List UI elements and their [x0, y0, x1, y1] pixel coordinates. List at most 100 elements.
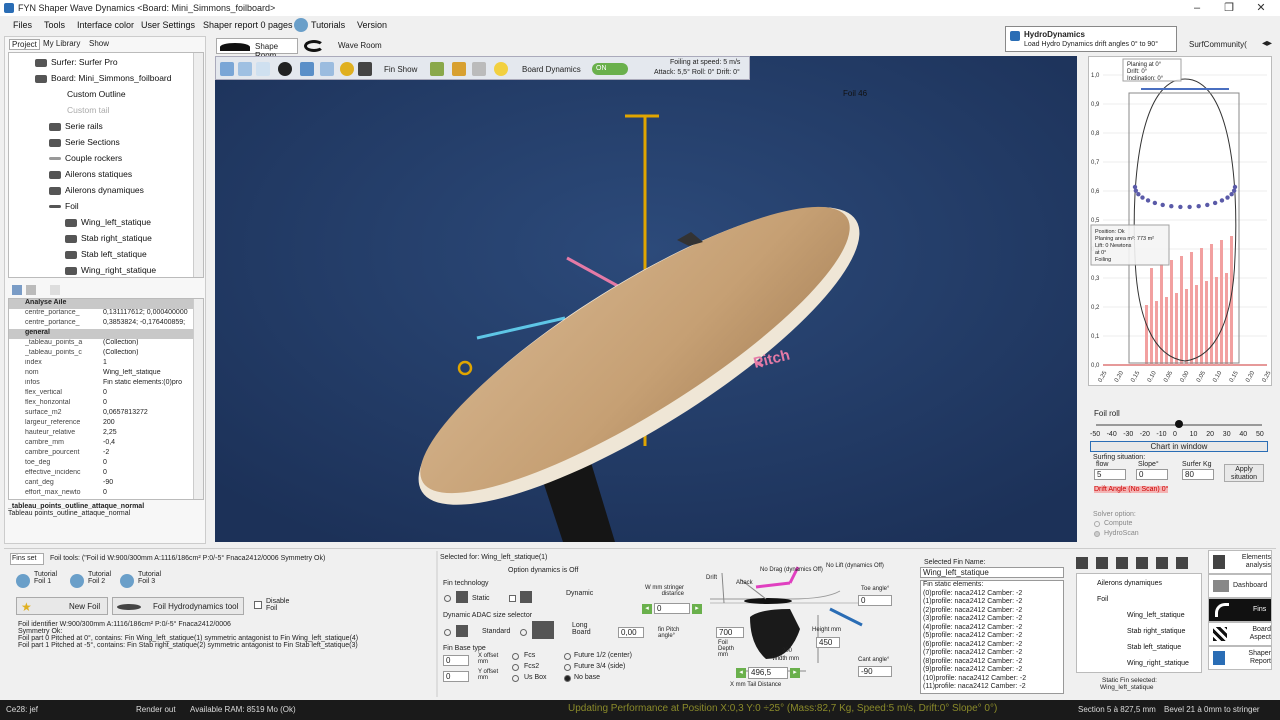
rotate-icon[interactable] [300, 62, 314, 76]
fcs-radio[interactable] [512, 653, 519, 660]
menu-tools[interactable]: Tools [44, 20, 65, 30]
property-row[interactable]: centre_portance_ 0,131117612; 0,000400000 [9, 309, 195, 319]
light-icon[interactable] [494, 62, 508, 76]
increment-arrow-icon[interactable]: ▸ [692, 604, 702, 614]
nobase-radio[interactable] [564, 675, 571, 682]
property-row[interactable]: effort_max_newto 0 [9, 489, 195, 499]
slope-input[interactable]: 0 [1136, 469, 1168, 480]
property-value[interactable]: 0 [103, 459, 197, 466]
property-row[interactable]: cant_deg -90 [9, 479, 195, 489]
property-row[interactable]: surface_m2 0,0657813272 [9, 409, 195, 419]
dynamic-checkbox[interactable] [509, 595, 516, 602]
fin-tree-item[interactable]: Wing_right_statique [1127, 660, 1189, 667]
hydrodynamics-notification[interactable]: HydroDynamics Load Hydro Dynamics drift … [1005, 26, 1177, 52]
tree-item[interactable]: Wing_left_statique [65, 217, 151, 227]
fin-tool-icon[interactable] [1156, 557, 1168, 569]
fin-tree-item[interactable]: Stab left_statique [1127, 644, 1181, 651]
property-row[interactable]: _tableau_points_c (Collection) [9, 349, 195, 359]
tree-item[interactable]: Custom tail [67, 105, 110, 115]
fin-tree-item[interactable]: Foil [1097, 596, 1108, 603]
maximize-button[interactable]: ❐ [1212, 0, 1246, 16]
property-value[interactable]: 0 [103, 399, 197, 406]
render-out-button[interactable]: Render out [136, 705, 176, 714]
tab-project[interactable]: Project [9, 39, 40, 50]
property-value[interactable]: 0,131117612; 0,000400000 [103, 309, 197, 316]
menu-interface-color[interactable]: Interface color [77, 20, 134, 30]
toe-angle-input[interactable]: 0 [858, 595, 892, 606]
hydroscan-radio[interactable] [1094, 531, 1100, 537]
fin-tool-icon[interactable] [1116, 557, 1128, 569]
x-offset-input[interactable]: 0 [443, 655, 469, 666]
apply-situation-button[interactable]: Apply situation [1224, 464, 1264, 482]
fin-element-item[interactable]: (3)profile: naca2412 Camber: -2 [921, 615, 1063, 624]
w-mm-input[interactable]: 0 [654, 603, 690, 614]
future12-radio[interactable] [564, 653, 571, 660]
tree-item[interactable]: Surfer: Surfer Pro [35, 57, 118, 67]
property-value[interactable]: -90 [103, 479, 197, 486]
zoom-icon[interactable] [340, 62, 354, 76]
fin-element-item[interactable]: (9)profile: naca2412 Camber: -2 [921, 666, 1063, 675]
property-value[interactable]: -2 [103, 449, 197, 456]
scroll-arrows-icon[interactable]: ◂▸ [1262, 38, 1272, 49]
tab-shape-room[interactable]: Shape Room [216, 38, 298, 60]
tree-item[interactable]: Serie Sections [49, 137, 120, 147]
fin-element-item[interactable]: (6)profile: naca2412 Camber: -2 [921, 641, 1063, 650]
height-input[interactable]: 450 [816, 637, 840, 648]
tree-item[interactable]: Ailerons statiques [49, 169, 132, 179]
fin-element-item[interactable]: (8)profile: naca2412 Camber: -2 [921, 658, 1063, 667]
fin-tree-item[interactable]: Wing_left_statique [1127, 612, 1185, 619]
property-value[interactable]: (Collection) [103, 349, 197, 356]
tree-item[interactable]: Board: Mini_Simmons_foilboard [35, 73, 171, 83]
property-section[interactable]: general [9, 329, 195, 339]
menu-files[interactable]: Files [13, 20, 32, 30]
increment-arrow-icon[interactable]: ▸ [790, 668, 800, 678]
y-offset-input[interactable]: 0 [443, 671, 469, 682]
tree-item[interactable]: Custom Outline [67, 89, 126, 99]
fin-tree-item[interactable]: Stab right_statique [1127, 628, 1185, 635]
fin-element-item[interactable]: (10)profile: naca2412 Camber: -2 [921, 675, 1063, 684]
property-value[interactable]: 0,3853824; -0,176400859; [103, 319, 197, 326]
board-dynamics-toggle[interactable]: ON [592, 63, 628, 75]
tree-item[interactable]: Couple rockers [49, 153, 122, 163]
nav-fins[interactable]: Fins [1208, 598, 1272, 622]
property-value[interactable]: Wing_left_statique [103, 369, 197, 376]
usbox-radio[interactable] [512, 675, 519, 682]
categorized-icon[interactable] [12, 285, 22, 295]
ruler-icon[interactable] [452, 62, 466, 76]
fin-elements-list[interactable]: Fin static elements: (0)profile: naca2412… [920, 580, 1064, 694]
fin-tool-icon[interactable] [1096, 557, 1108, 569]
minimize-button[interactable]: – [1180, 0, 1214, 16]
fin-element-item[interactable]: (5)profile: naca2412 Camber: -2 [921, 632, 1063, 641]
fin-element-item[interactable]: Fin static elements: [921, 581, 1063, 590]
tree-item[interactable]: Foil [49, 201, 79, 211]
property-row[interactable]: largeur_reference 200 [9, 419, 195, 429]
property-row[interactable]: hauteur_relative 2,25 [9, 429, 195, 439]
disable-foil-checkbox[interactable] [254, 601, 262, 609]
selected-fin-name-input[interactable]: Wing_left_statique [920, 567, 1064, 578]
property-row[interactable]: centre_portance_ 0,3853824; -0,176400859; [9, 319, 195, 329]
surf-community-link[interactable]: SurfCommunity( [1189, 40, 1247, 49]
static-radio[interactable] [444, 595, 451, 602]
standard-radio[interactable] [444, 629, 451, 636]
property-value[interactable]: 2,25 [103, 429, 197, 436]
fin-tree-item[interactable]: Ailerons dynamiques [1097, 580, 1162, 587]
property-value[interactable]: 200 [103, 419, 197, 426]
property-value[interactable]: 0 [103, 389, 197, 396]
nav-elements-analysis[interactable]: Elements analysis [1208, 550, 1272, 574]
foil-hydrodynamics-tool-button[interactable]: Foil Hydrodynamics tool [112, 597, 244, 615]
future34-radio[interactable] [564, 664, 571, 671]
compute-radio[interactable] [1094, 521, 1100, 527]
view-side-icon[interactable] [238, 62, 252, 76]
fin-tool-icon[interactable] [1136, 557, 1148, 569]
tab-foil-tools[interactable]: Foil tools: ("Foil id W:900/300mm A:1116… [50, 555, 325, 562]
wave-mode-icon[interactable] [472, 62, 486, 76]
tutorial-foil-1-button[interactable]: Tutorial Foil 1 [16, 571, 62, 591]
fin-tool-icon[interactable] [1176, 557, 1188, 569]
property-scrollbar[interactable] [193, 299, 203, 499]
tutorial-foil-3-button[interactable]: Tutorial Foil 3 [120, 571, 166, 591]
menu-shaper-report[interactable]: Shaper report 0 pages [203, 20, 293, 30]
menu-user-settings[interactable]: User Settings [141, 20, 195, 30]
long-board-radio[interactable] [520, 629, 527, 636]
tab-fins-set[interactable]: Fins set [10, 553, 44, 565]
flow-input[interactable]: 5 [1094, 469, 1126, 480]
